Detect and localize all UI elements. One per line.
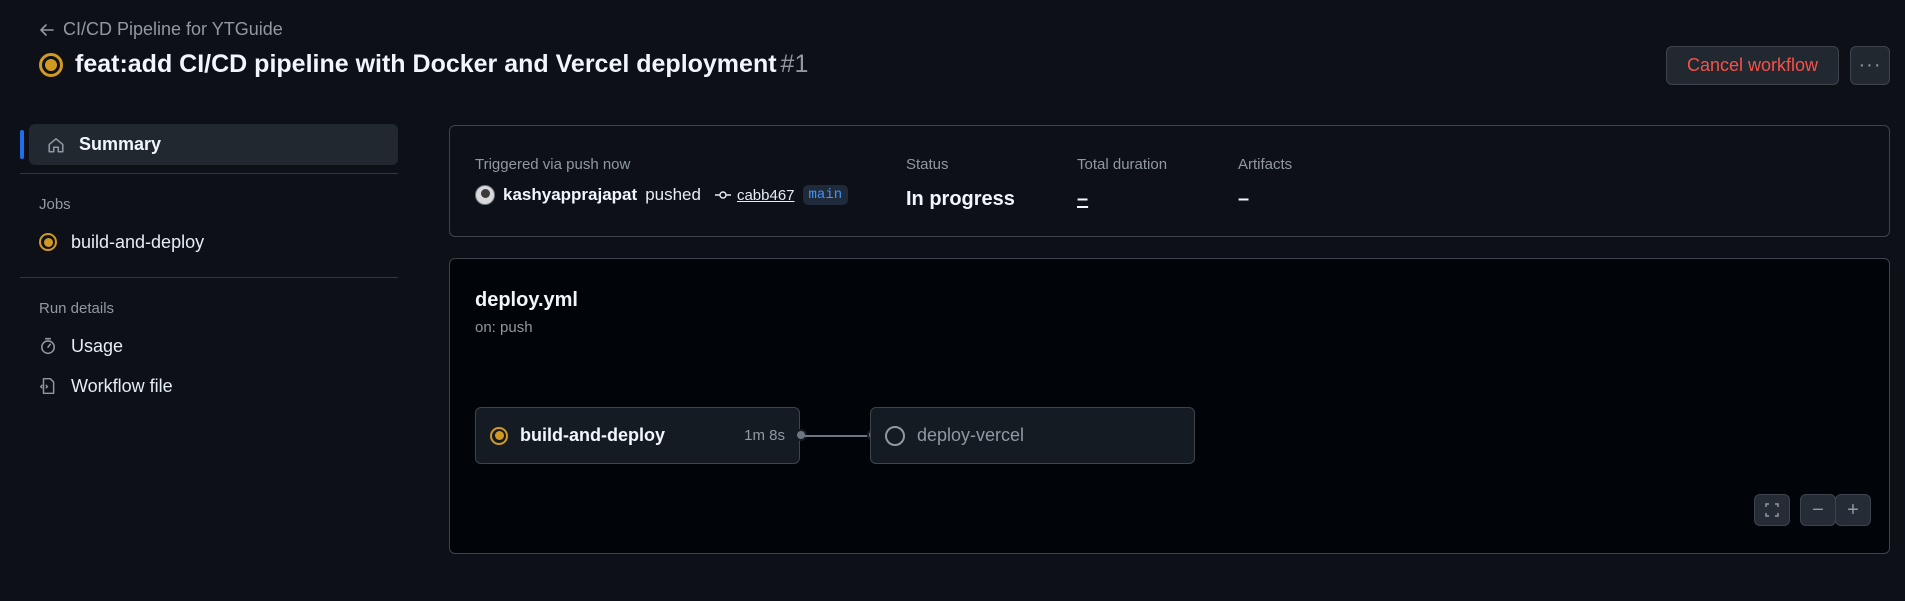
job-duration: 1m 8s xyxy=(744,427,785,444)
zoom-in-button[interactable]: + xyxy=(1835,494,1871,526)
commit-link[interactable]: cabb467 xyxy=(714,186,795,204)
pending-status-icon xyxy=(885,425,905,446)
sidebar-item-summary[interactable]: Summary xyxy=(20,124,398,165)
sidebar-item-label: Usage xyxy=(71,335,124,356)
branch-badge[interactable]: main xyxy=(802,185,849,205)
zoom-out-button[interactable]: − xyxy=(1800,494,1836,526)
file-code-icon xyxy=(39,377,55,395)
user-link[interactable]: kashyapprajapat xyxy=(503,185,637,205)
duration-value[interactable]: – xyxy=(1077,188,1167,211)
fullscreen-button[interactable] xyxy=(1754,494,1790,526)
run-summary-card: Triggered via push now kashyapprajapat p… xyxy=(449,125,1890,237)
sidebar-divider xyxy=(20,277,398,278)
job-node-build-and-deploy[interactable]: build-and-deploy 1m 8s xyxy=(475,407,800,464)
run-details-heading: Run details xyxy=(39,300,115,317)
artifacts-label: Artifacts xyxy=(1238,156,1293,173)
workflow-run-page: CI/CD Pipeline for YTGuide feat:add CI/C… xyxy=(0,0,1905,601)
status-label: Status xyxy=(906,156,949,173)
trigger-label: Triggered via push now xyxy=(475,156,631,173)
commit-icon xyxy=(714,191,731,199)
back-link-label: CI/CD Pipeline for YTGuide xyxy=(63,19,283,39)
job-name: build-and-deploy xyxy=(520,425,665,445)
status-value: In progress xyxy=(906,188,1015,210)
job-connector-line xyxy=(801,435,873,437)
cancel-workflow-button[interactable]: Cancel workflow xyxy=(1666,46,1839,85)
sidebar-item-usage[interactable]: Usage xyxy=(20,331,398,361)
sidebar-item-label: Summary xyxy=(79,134,162,154)
artifacts-value: – xyxy=(1238,188,1250,210)
trigger-details: kashyapprajapat pushed cabb467 main xyxy=(475,185,849,205)
run-title-text: feat:add CI/CD pipeline with Docker and … xyxy=(75,50,777,78)
run-title: feat:add CI/CD pipeline with Docker and … xyxy=(75,50,808,79)
sidebar-item-workflow-file[interactable]: Workflow file xyxy=(20,371,398,401)
back-link[interactable]: CI/CD Pipeline for YTGuide xyxy=(39,19,283,40)
workflow-file-name: deploy.yml xyxy=(475,289,578,311)
sidebar-item-build-and-deploy[interactable]: build-and-deploy xyxy=(20,227,398,257)
duration-column: Total duration – xyxy=(1077,156,1167,211)
run-title-row: feat:add CI/CD pipeline with Docker and … xyxy=(39,50,808,79)
sidebar-item-label: build-and-deploy xyxy=(71,231,205,252)
stopwatch-icon xyxy=(41,337,55,355)
run-number: #1 xyxy=(780,50,809,78)
jobs-heading: Jobs xyxy=(39,196,71,213)
duration-label: Total duration xyxy=(1077,156,1168,173)
in-progress-status-icon xyxy=(39,233,57,251)
job-node-deploy-vercel[interactable]: deploy-vercel xyxy=(870,407,1195,464)
sidebar-item-label: Workflow file xyxy=(71,375,173,396)
artifacts-column: Artifacts – xyxy=(1238,156,1292,211)
arrow-left-icon xyxy=(40,23,54,36)
commit-sha: cabb467 xyxy=(736,186,795,204)
trigger-column: Triggered via push now kashyapprajapat p… xyxy=(475,156,849,205)
workflow-graph-card: deploy.yml on: push build-and-deploy 1m … xyxy=(449,258,1890,554)
fullscreen-icon xyxy=(1765,503,1779,517)
job-name: deploy-vercel xyxy=(917,425,1025,445)
home-icon xyxy=(48,137,64,153)
more-options-button[interactable]: ··· xyxy=(1850,46,1890,85)
workflow-trigger: on: push xyxy=(475,319,533,336)
push-action-text: pushed xyxy=(645,185,701,204)
in-progress-status-icon xyxy=(490,426,508,445)
in-progress-status-icon xyxy=(39,52,63,77)
status-column: Status In progress xyxy=(906,156,1015,211)
sidebar: Summary Jobs build-and-deploy Run detail… xyxy=(20,124,398,401)
avatar[interactable] xyxy=(475,185,495,205)
sidebar-divider xyxy=(20,173,398,174)
